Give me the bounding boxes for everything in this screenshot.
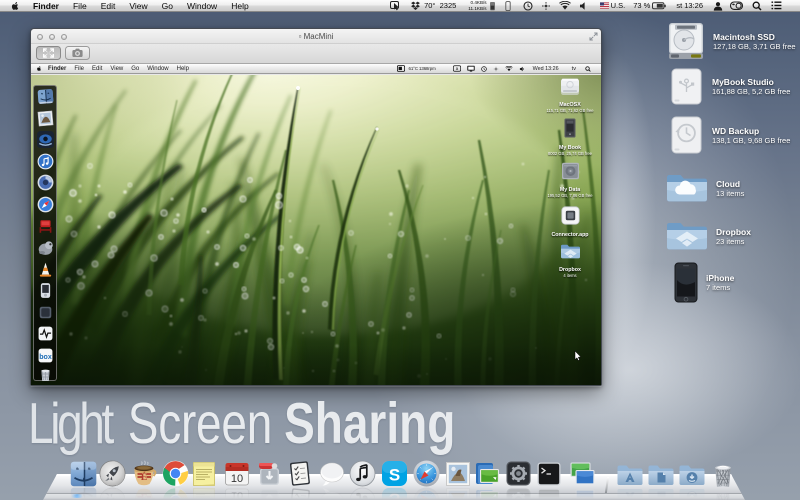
svg-text:É: É xyxy=(141,471,147,483)
svg-text:10: 10 xyxy=(231,473,243,485)
svg-text:a: a xyxy=(455,66,458,71)
svg-text:S: S xyxy=(389,466,400,485)
svg-text:box: box xyxy=(39,354,52,361)
